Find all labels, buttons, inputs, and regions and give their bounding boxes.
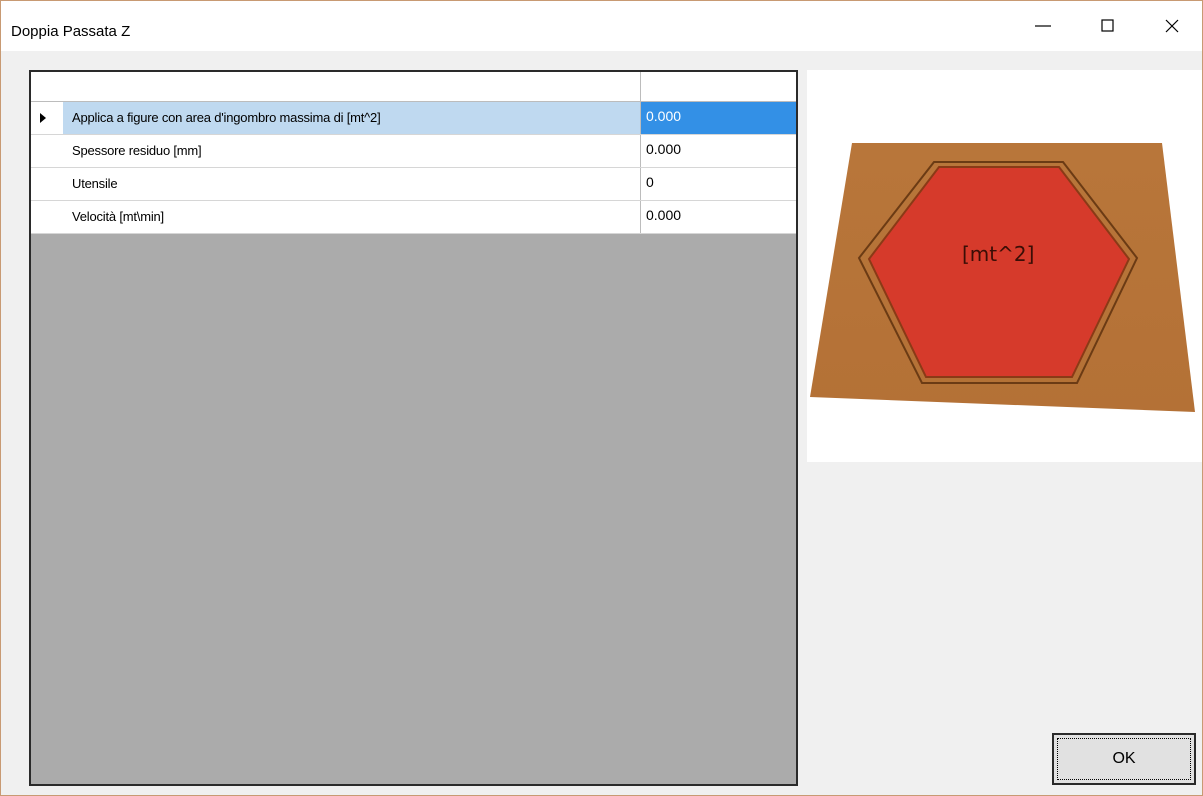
row-header[interactable]: [31, 135, 63, 167]
table-row[interactable]: Applica a figure con area d'ingombro mas…: [31, 102, 796, 135]
preview-area-label: [mt^2]: [962, 242, 1034, 266]
close-icon: [1165, 19, 1179, 33]
row-label: Applica a figure con area d'ingombro mas…: [63, 102, 640, 134]
maximize-icon: [1101, 19, 1114, 32]
row-value-field[interactable]: 0.000: [640, 102, 796, 134]
minimize-button[interactable]: [1020, 1, 1066, 51]
table-row[interactable]: Utensile 0: [31, 168, 796, 201]
ok-button[interactable]: OK: [1052, 733, 1196, 785]
window-title: Doppia Passata Z: [11, 23, 131, 40]
grid-header: [31, 72, 796, 102]
maximize-button[interactable]: [1085, 1, 1131, 51]
dialog-window: Doppia Passata Z Applica a figure con ar…: [0, 0, 1203, 796]
close-button[interactable]: [1149, 1, 1195, 51]
minimize-icon: [1035, 25, 1051, 27]
title-bar[interactable]: Doppia Passata Z: [1, 1, 1202, 51]
row-value-field[interactable]: 0: [640, 168, 796, 200]
row-value-field[interactable]: 0.000: [640, 201, 796, 233]
row-label: Velocità [mt\min]: [72, 209, 164, 224]
row-label: Spessore residuo [mm]: [72, 143, 202, 158]
row-label: Utensile: [72, 176, 118, 191]
preview-image: [mt^2]: [807, 70, 1202, 462]
property-grid: Applica a figure con area d'ingombro mas…: [29, 70, 798, 786]
board-illustration: [mt^2]: [810, 143, 1195, 412]
ok-button-label: OK: [1112, 750, 1136, 767]
row-header[interactable]: [31, 201, 63, 233]
grid-header-separator: [640, 72, 641, 101]
row-header[interactable]: [31, 102, 63, 134]
row-value-field[interactable]: 0.000: [640, 135, 796, 167]
current-row-arrow-icon: [40, 113, 46, 123]
table-row[interactable]: Spessore residuo [mm] 0.000: [31, 135, 796, 168]
row-header[interactable]: [31, 168, 63, 200]
table-row[interactable]: Velocità [mt\min] 0.000: [31, 201, 796, 234]
